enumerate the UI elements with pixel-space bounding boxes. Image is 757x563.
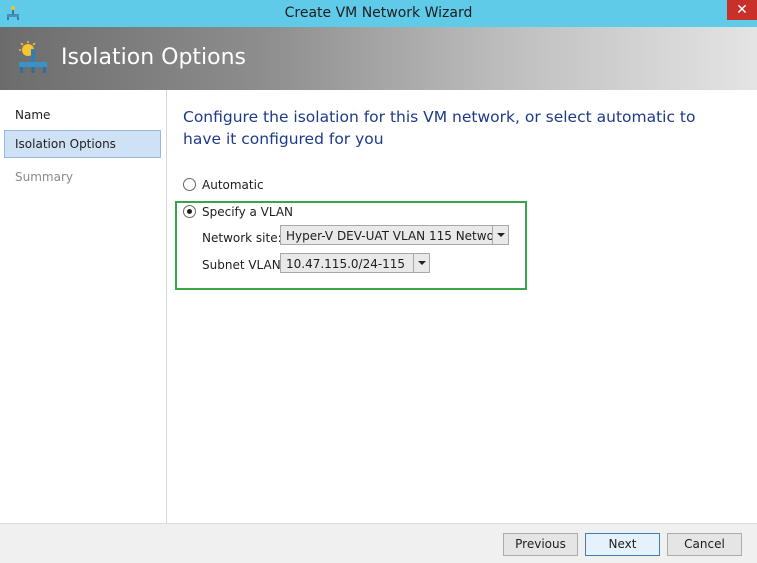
close-button[interactable]: ✕	[727, 0, 757, 20]
subnet-vlan-value: 10.47.115.0/24-115	[286, 257, 406, 271]
subnet-vlan-label: Subnet VLAN:	[202, 258, 285, 272]
automatic-radio-option[interactable]: Automatic	[183, 177, 264, 193]
header-banner: Isolation Options	[0, 27, 757, 90]
nav-item-name[interactable]: Name	[5, 102, 160, 128]
network-site-dropdown[interactable]: Hyper-V DEV-UAT VLAN 115 Network	[280, 225, 509, 245]
subnet-vlan-dropdown[interactable]: 10.47.115.0/24-115	[280, 253, 430, 273]
cancel-button[interactable]: Cancel	[667, 533, 742, 556]
specify-vlan-radio-option[interactable]: Specify a VLAN	[183, 204, 293, 220]
nav-item-isolation-options[interactable]: Isolation Options	[4, 130, 161, 158]
main-panel: Configure the isolation for this VM netw…	[167, 90, 757, 523]
network-site-label: Network site:	[202, 231, 282, 245]
specify-vlan-label: Specify a VLAN	[202, 205, 294, 219]
chevron-down-icon[interactable]	[413, 254, 429, 272]
wizard-footer: Previous Next Cancel	[0, 523, 757, 563]
chevron-down-icon[interactable]	[492, 226, 508, 244]
section-heading: Configure the isolation for this VM netw…	[183, 108, 696, 148]
network-site-value: Hyper-V DEV-UAT VLAN 115 Network	[286, 229, 506, 243]
wizard-steps-nav: Name Isolation Options Summary	[0, 90, 167, 523]
window-title: Create VM Network Wizard	[284, 5, 473, 21]
next-button[interactable]: Next	[585, 533, 660, 556]
specify-vlan-radio[interactable]	[183, 205, 196, 218]
close-icon: ✕	[736, 2, 748, 18]
automatic-label: Automatic	[202, 178, 264, 192]
title-bar: Create VM Network Wizard ✕	[0, 0, 757, 27]
automatic-radio[interactable]	[183, 178, 196, 191]
network-wizard-icon	[19, 41, 47, 73]
previous-button[interactable]: Previous	[503, 533, 578, 556]
nav-item-summary: Summary	[15, 170, 73, 184]
page-title: Isolation Options	[61, 45, 247, 70]
